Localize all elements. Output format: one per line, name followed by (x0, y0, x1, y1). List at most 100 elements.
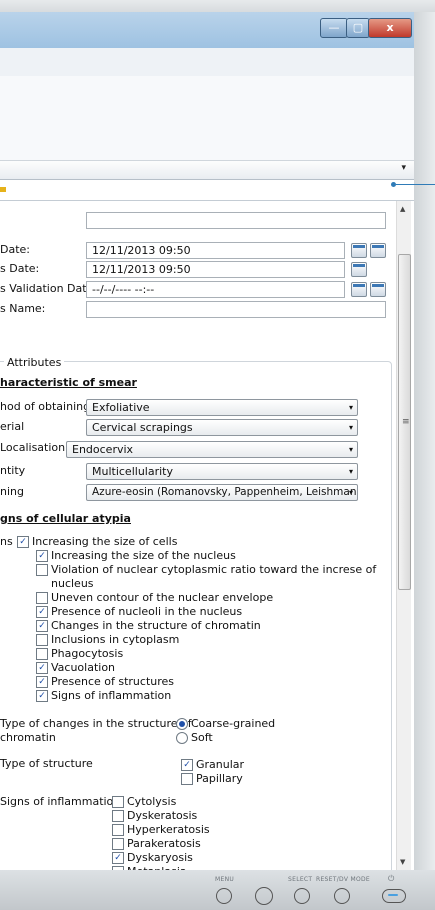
checkbox[interactable] (112, 796, 124, 808)
menu-bar (0, 48, 414, 77)
checkbox[interactable]: ✓ (36, 662, 48, 674)
checkbox[interactable] (36, 564, 48, 576)
scrollbar-thumb[interactable]: ≡ (398, 254, 411, 590)
localisation-select[interactable]: Endocervix ▾ (66, 441, 358, 458)
time-icon[interactable] (370, 243, 386, 258)
vertical-scrollbar[interactable]: ▲ ≡ ▼ (396, 201, 411, 870)
select-label-quantity: ntity (0, 464, 26, 477)
minimize-button[interactable]: — (320, 18, 348, 38)
chevron-down-icon: ▾ (348, 445, 353, 454)
bezel-button-3[interactable] (294, 888, 310, 904)
radio-button[interactable] (176, 732, 188, 744)
structure-label: Type of structure (0, 757, 93, 770)
method-select[interactable]: Exfoliative ▾ (86, 399, 358, 416)
checkbox[interactable]: ✓ (36, 620, 48, 632)
date-label-2: s Date: (0, 262, 40, 275)
structure-option-label: Granular (196, 758, 245, 771)
checkbox[interactable] (112, 810, 124, 822)
maximize-button[interactable]: ▢ (346, 18, 370, 38)
select-label-localisation: Localisation (0, 441, 66, 454)
grip-icon: ≡ (402, 417, 410, 427)
section-title-smear: haracteristic of smear (0, 376, 137, 389)
chevron-down-icon: ▾ (348, 467, 353, 476)
select-label-staining: ning (0, 485, 24, 498)
date-field-3[interactable]: --/--/---- --:-- (86, 281, 345, 298)
select-label-material: erial (0, 420, 25, 433)
checkbox[interactable]: ✓ (36, 690, 48, 702)
atypia-item-label: Increasing the size of cells (32, 535, 178, 548)
material-select[interactable]: Cervical scrapings ▾ (86, 419, 358, 436)
chevron-down-icon[interactable]: ▾ (401, 163, 406, 173)
checkbox[interactable] (112, 824, 124, 836)
calendar-icon[interactable] (351, 282, 367, 297)
date-field-1[interactable]: 12/11/2013 09:50 (86, 242, 345, 259)
chevron-down-icon: ▾ (348, 488, 353, 497)
close-button[interactable]: x (368, 18, 412, 38)
date-field-2[interactable]: 12/11/2013 09:50 (86, 261, 345, 278)
inflammation-option-label: Metaplasia (127, 865, 187, 870)
checkbox[interactable] (36, 592, 48, 604)
checkbox[interactable] (112, 866, 124, 870)
checkbox[interactable] (36, 648, 48, 660)
section-title-atypia: gns of cellular atypia (0, 512, 131, 525)
chromatin-label: Type of changes in the structure of (0, 717, 192, 730)
bezel-select-label: SELECT (288, 876, 313, 883)
top-text-field[interactable] (86, 212, 386, 229)
dropdown-strip[interactable]: ▾ (0, 161, 414, 180)
form-panel: Date: s Date: s Validation Date: s Name:… (0, 201, 396, 870)
calendar-icon[interactable] (370, 282, 386, 297)
checkbox[interactable]: ✓ (36, 550, 48, 562)
quantity-select[interactable]: Multicellularity ▾ (86, 463, 358, 480)
info-strip (0, 180, 414, 201)
checkbox[interactable]: ✓ (36, 606, 48, 618)
atypia-item-label: Signs of inflammation (51, 689, 172, 702)
inflammation-option-label: Dyskaryosis (127, 851, 193, 864)
checkbox[interactable] (112, 838, 124, 850)
atypia-item-label: Increasing the size of the nucleus (51, 549, 236, 562)
bezel-reset-label: RESET/DV MODE (316, 876, 370, 883)
scroll-down-arrow-icon[interactable]: ▼ (400, 858, 405, 866)
checkbox[interactable] (36, 634, 48, 646)
checkbox[interactable]: ✓ (112, 852, 124, 864)
bezel-power-symbol: ⏻ (388, 874, 395, 883)
checkbox[interactable]: ✓ (36, 676, 48, 688)
chromatin-option-label: Soft (191, 731, 213, 744)
toolbar-area (0, 76, 414, 161)
select-value: Cervical scrapings (92, 421, 193, 434)
select-value: Azure-eosin (Romanovsky, Pappenheim, Lei… (92, 486, 358, 498)
staining-select[interactable]: Azure-eosin (Romanovsky, Pappenheim, Lei… (86, 484, 358, 501)
key-icon (0, 187, 6, 192)
date-label-4: s Name: (0, 302, 46, 315)
atypia-item-label: Phagocytosis (51, 647, 124, 660)
atypia-item-label: Presence of structures (51, 675, 175, 688)
select-value: Exfoliative (92, 401, 150, 414)
attributes-legend: Attributes (4, 356, 65, 369)
name-field[interactable] (86, 301, 386, 318)
calendar-icon[interactable] (351, 262, 367, 277)
bezel-button-4[interactable] (334, 888, 350, 904)
select-value: Multicellularity (92, 465, 173, 478)
bezel-button-1[interactable] (216, 888, 232, 904)
checkbox[interactable]: ✓ (181, 759, 193, 771)
chromatin-option-label: Coarse-grained (191, 717, 276, 730)
chevron-down-icon: ▾ (348, 423, 353, 432)
atypia-item-label: Violation of nuclear cytoplasmic ratio t… (51, 563, 377, 576)
inflammation-label: Signs of inflammation (0, 795, 121, 808)
checkbox[interactable]: ✓ (17, 536, 29, 548)
bezel-button-2[interactable] (255, 887, 273, 905)
monitor-bezel-right (414, 12, 435, 870)
chromatin-label-line2: chromatin (0, 731, 56, 744)
calendar-icon[interactable] (351, 243, 367, 258)
scroll-up-arrow-icon[interactable]: ▲ (400, 205, 405, 213)
checkbox[interactable] (181, 773, 193, 785)
monitor-bezel-top (0, 0, 435, 12)
bezel-power-button[interactable] (382, 889, 406, 903)
atypia-item-label: Inclusions in cytoplasm (51, 633, 180, 646)
atypia-item-label: Uneven contour of the nuclear envelope (51, 591, 274, 604)
structure-option-label: Papillary (196, 772, 243, 785)
atypia-item-label: Changes in the structure of chromatin (51, 619, 261, 632)
inflammation-option-label: Dyskeratosis (127, 809, 198, 822)
monitor-bezel-bottom: MENU SELECT RESET/DV MODE ⏻ (0, 870, 435, 910)
inflammation-option-label: Hyperkeratosis (127, 823, 210, 836)
radio-button[interactable] (176, 718, 188, 730)
